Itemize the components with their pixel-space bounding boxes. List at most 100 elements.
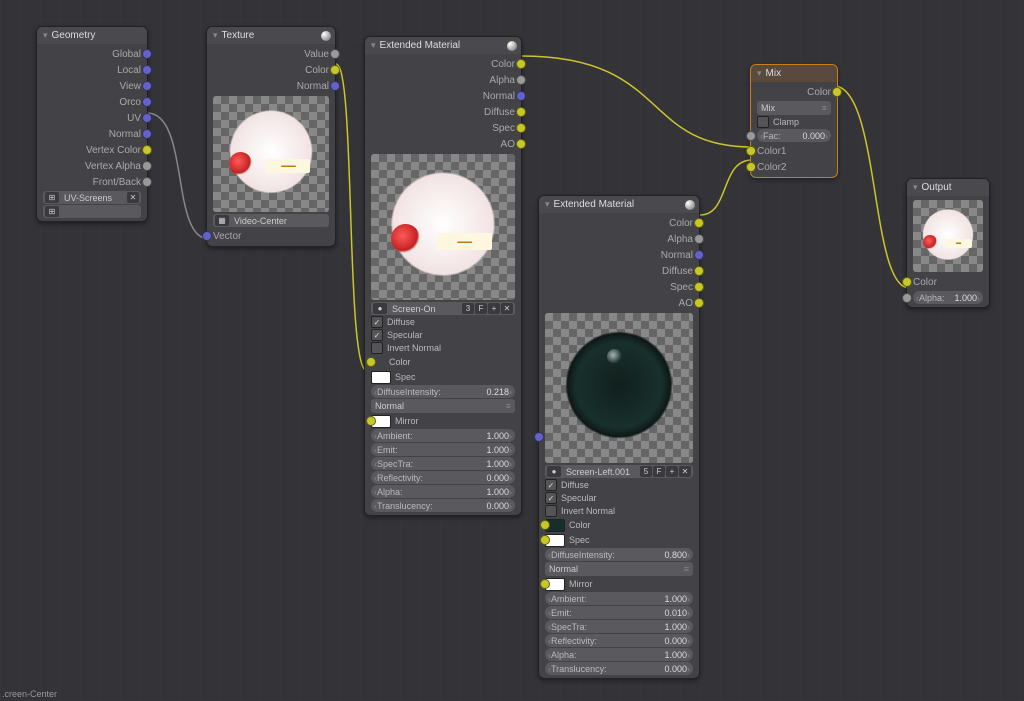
material-preview: ▬▬▬ (371, 154, 515, 300)
node-title: Mix (766, 68, 782, 79)
socket-label: Global (112, 49, 141, 60)
alpha-field[interactable]: Alpha:1.000 (545, 648, 693, 661)
normal-select[interactable]: Normal (371, 399, 515, 413)
socket-label: Alpha (667, 234, 693, 245)
add-button[interactable]: + (488, 303, 500, 314)
unlink-button[interactable]: ✕ (501, 303, 513, 314)
socket-label: Front/Back (93, 177, 141, 188)
spec-color-swatch[interactable] (371, 371, 391, 384)
node-header[interactable]: ▾ Texture (207, 27, 335, 44)
output-preview: ▬ (913, 200, 983, 272)
socket-label: Color (305, 65, 329, 76)
socket-label: Normal (661, 250, 693, 261)
socket-label: Color (669, 218, 693, 229)
specular-checkbox[interactable] (545, 492, 557, 504)
socket-label: Spec (492, 123, 515, 134)
socket-label: Orco (119, 97, 141, 108)
node-geometry[interactable]: ▾ Geometry Global Local View Orco UV Nor… (36, 26, 148, 222)
socket-label: Normal (483, 91, 515, 102)
diffuse-checkbox[interactable] (371, 316, 383, 328)
socket-label: Spec (670, 282, 693, 293)
collapse-icon[interactable]: ▾ (545, 199, 550, 210)
texture-preview: ▬▬▬ (213, 96, 329, 212)
reflectivity-field[interactable]: Reflectivity:0.000 (371, 471, 515, 484)
invert-normal-checkbox[interactable] (545, 505, 557, 517)
texture-name-field[interactable]: ▦ Video-Center (213, 214, 329, 227)
socket-label: Normal (109, 129, 141, 140)
node-header[interactable]: ▾ Mix (751, 65, 837, 82)
color-layer-field[interactable]: ⊞ (43, 205, 141, 218)
material-name-field[interactable]: ● Screen-Left.001 5 F + ✕ (545, 465, 693, 478)
collapse-icon[interactable]: ▾ (757, 68, 762, 79)
diffuse-intensity-field[interactable]: DiffuseIntensity:0.800 (545, 548, 693, 561)
clamp-checkbox[interactable] (757, 116, 769, 128)
add-button[interactable]: + (666, 466, 678, 477)
socket-label: Color (807, 87, 831, 98)
clear-icon[interactable]: ✕ (127, 192, 139, 203)
socket-label: Color2 (757, 162, 786, 173)
fake-user-button[interactable]: F (475, 303, 487, 314)
blend-mode-select[interactable]: Mix (757, 101, 831, 115)
browse-icon[interactable]: ⊞ (45, 206, 59, 217)
specular-checkbox[interactable] (371, 329, 383, 341)
material-name-field[interactable]: ● Screen-On 3 F + ✕ (371, 302, 515, 315)
collapse-icon[interactable]: ▾ (371, 40, 376, 51)
collapse-icon[interactable]: ▾ (913, 182, 918, 193)
uv-layer-field[interactable]: ⊞ UV-Screens ✕ (43, 191, 141, 204)
preview-toggle-icon[interactable] (507, 41, 517, 51)
node-title: Extended Material (554, 199, 635, 210)
alpha-field[interactable]: Alpha:1.000 (371, 485, 515, 498)
emit-field[interactable]: Emit:0.010 (545, 606, 693, 619)
socket-label: Vertex Alpha (85, 161, 141, 172)
status-bar: .creen-Center (0, 687, 59, 701)
browse-icon[interactable]: ● (373, 303, 387, 314)
node-texture[interactable]: ▾ Texture Value Color Normal ▬▬▬ ▦ Video… (206, 26, 336, 247)
normal-select[interactable]: Normal (545, 562, 693, 576)
translucency-field[interactable]: Translucency:0.000 (545, 662, 693, 675)
node-title: Geometry (52, 30, 96, 41)
socket-label: Color1 (757, 146, 786, 157)
node-title: Output (922, 182, 952, 193)
ambient-field[interactable]: Ambient:1.000 (371, 429, 515, 442)
fac-field[interactable]: Fac:0.000 (757, 129, 831, 142)
socket-label: Local (117, 65, 141, 76)
invert-normal-checkbox[interactable] (371, 342, 383, 354)
socket-label: Diffuse (662, 266, 693, 277)
node-header[interactable]: ▾ Output (907, 179, 989, 196)
node-extended-material-1[interactable]: ▾ Extended Material Color Alpha Normal D… (364, 36, 522, 516)
fake-user-button[interactable]: F (653, 466, 665, 477)
node-mix[interactable]: ▾ Mix Color Mix Clamp Fac:0.000 Color1 C… (750, 64, 838, 178)
emit-field[interactable]: Emit:1.000 (371, 443, 515, 456)
diffuse-checkbox[interactable] (545, 479, 557, 491)
collapse-icon[interactable]: ▾ (213, 30, 218, 41)
alpha-field[interactable]: Alpha:1.000 (913, 291, 983, 304)
preview-toggle-icon[interactable] (685, 200, 695, 210)
spectra-field[interactable]: SpecTra:1.000 (371, 457, 515, 470)
node-title: Extended Material (380, 40, 461, 51)
diffuse-intensity-field[interactable]: DiffuseIntensity:0.218 (371, 385, 515, 398)
socket-label: Alpha (489, 75, 515, 86)
browse-icon[interactable]: ▦ (215, 215, 229, 226)
socket-label: View (120, 81, 142, 92)
node-extended-material-2[interactable]: ▾ Extended Material Color Alpha Normal D… (538, 195, 700, 679)
socket-label: Value (304, 49, 329, 60)
unlink-button[interactable]: ✕ (679, 466, 691, 477)
node-output[interactable]: ▾ Output ▬ Color Alpha:1.000 (906, 178, 990, 308)
node-header[interactable]: ▾ Extended Material (539, 196, 699, 213)
socket-label: UV (127, 113, 141, 124)
spectra-field[interactable]: SpecTra:1.000 (545, 620, 693, 633)
socket-label: Color (491, 59, 515, 70)
node-title: Texture (222, 30, 255, 41)
node-header[interactable]: ▾ Extended Material (365, 37, 521, 54)
material-preview (545, 313, 693, 463)
users-count[interactable]: 3 (462, 303, 474, 314)
ambient-field[interactable]: Ambient:1.000 (545, 592, 693, 605)
translucency-field[interactable]: Translucency:0.000 (371, 499, 515, 512)
browse-icon[interactable]: ● (547, 466, 561, 477)
users-count[interactable]: 5 (640, 466, 652, 477)
browse-icon[interactable]: ⊞ (45, 192, 59, 203)
collapse-icon[interactable]: ▾ (43, 30, 48, 41)
reflectivity-field[interactable]: Reflectivity:0.000 (545, 634, 693, 647)
node-header[interactable]: ▾ Geometry (37, 27, 147, 44)
preview-toggle-icon[interactable] (321, 31, 331, 41)
